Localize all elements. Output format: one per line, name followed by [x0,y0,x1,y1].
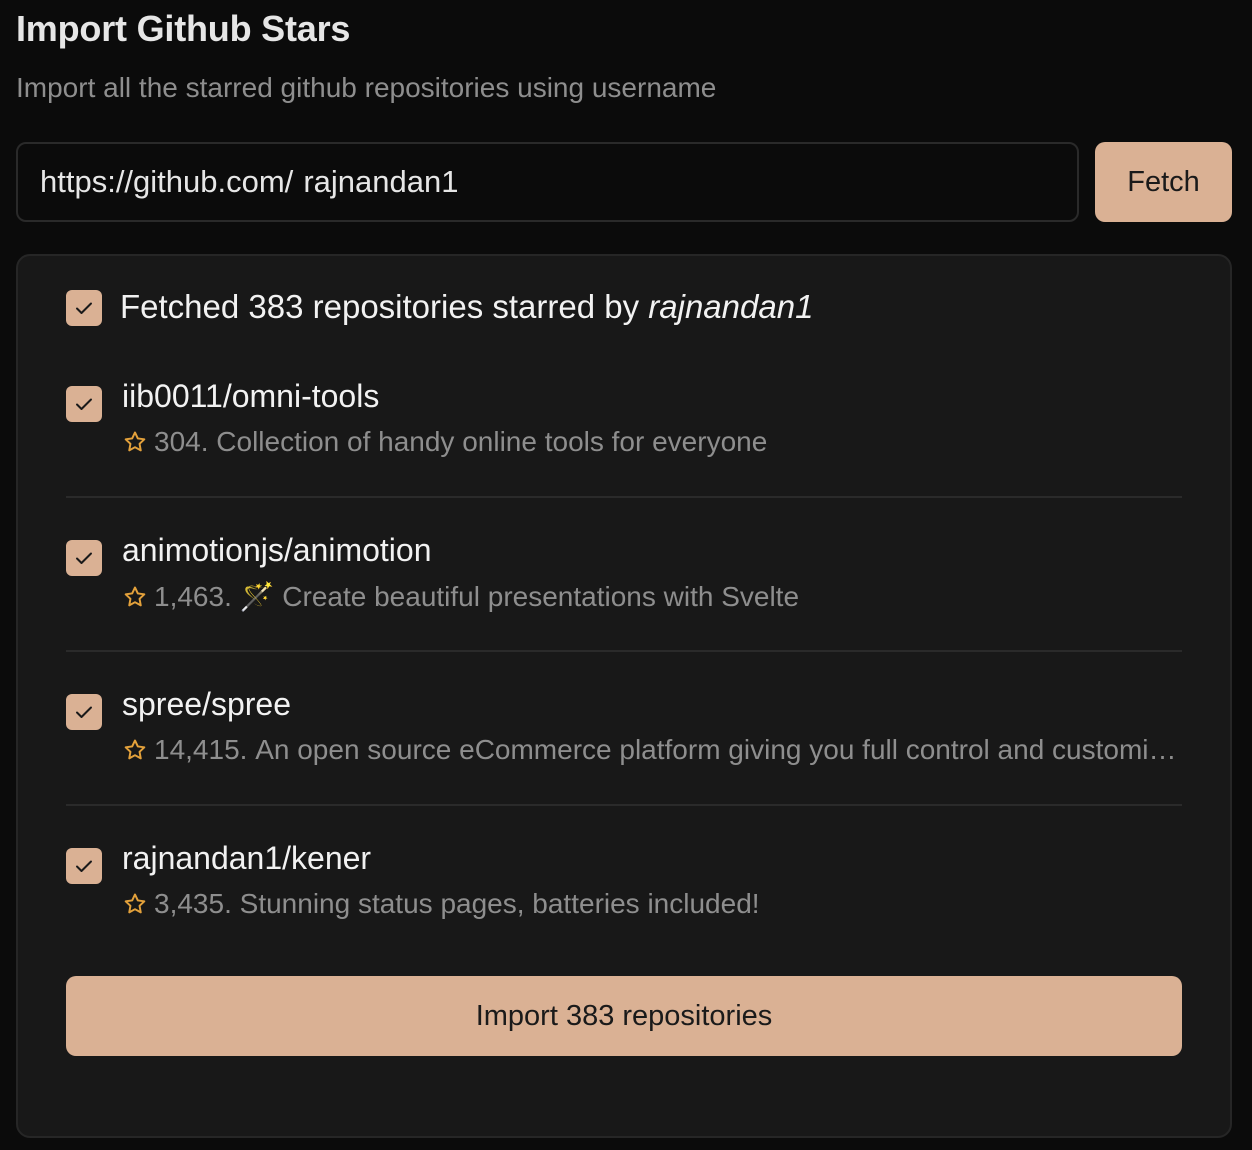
star-icon [124,893,146,914]
repo-star-count: 14,415. [154,734,248,765]
repo-name: rajnandan1/kener [122,840,372,876]
results-panel: Fetched 383 repositories starred by rajn… [16,254,1232,1138]
repo-checkbox[interactable] [66,386,102,422]
repo-name: animotionjs/animotion [122,532,432,568]
repo-name: spree/spree [122,686,291,722]
repo-checkbox[interactable] [66,694,102,730]
repo-description: An open source eCommerce platform giving… [255,734,1180,765]
repo-description: Collection of handy online tools for eve… [216,426,768,457]
divider [66,804,1182,806]
star-icon [124,739,146,760]
import-repositories-button[interactable]: Import 383 repositories [66,976,1182,1056]
fetch-button[interactable]: Fetch [1095,142,1232,222]
summary-prefix: Fetched 383 repositories starred by [120,288,649,325]
repo-description: Stunning status pages, batteries include… [239,888,760,919]
select-all-checkbox[interactable] [66,290,102,326]
github-username-input[interactable]: https://github.com/ rajnandan1 [16,142,1079,222]
divider [66,496,1182,498]
repo-star-count: 1,463. [154,580,232,612]
divider [66,650,1182,652]
repo-name: iib0011/omni-tools [122,378,380,414]
check-icon [76,860,92,872]
check-icon [76,552,92,564]
repo-checkbox[interactable] [66,540,102,576]
username-value[interactable]: rajnandan1 [303,164,458,200]
page-subtitle: Import all the starred github repositori… [16,72,717,103]
check-icon [76,706,92,718]
repo-item: iib0011/omni-tools 304. Collection of ha… [66,356,1182,510]
summary-username: rajnandan1 [648,288,814,325]
repo-meta: 3,435. Stunning status pages, batteries … [122,888,1180,920]
fetch-summary: Fetched 383 repositories starred by rajn… [120,288,813,326]
check-icon [76,302,92,314]
url-prefix: https://github.com/ [40,164,294,199]
repo-item: spree/spree 14,415. An open source eComm… [66,664,1182,818]
repo-meta: 304. Collection of handy online tools fo… [122,426,1180,458]
repo-star-count: 3,435. [154,888,232,919]
import-github-stars-page: Import Github Stars Import all the starr… [0,0,1252,1150]
repo-checkbox[interactable] [66,848,102,884]
page-title: Import Github Stars [16,8,351,49]
star-icon [124,431,146,452]
check-icon [76,398,92,410]
repo-meta: 1,463. 🪄 Create beautiful presentations … [122,580,1180,613]
star-icon [124,585,146,606]
repo-item: rajnandan1/kener 3,435. Stunning status … [66,818,1182,972]
repo-item: animotionjs/animotion 1,463. 🪄 Create be… [66,510,1182,664]
repo-star-count: 304. [154,426,209,457]
repo-description: 🪄 Create beautiful presentations with Sv… [239,581,800,612]
repo-meta: 14,415. An open source eCommerce platfor… [122,734,1180,766]
